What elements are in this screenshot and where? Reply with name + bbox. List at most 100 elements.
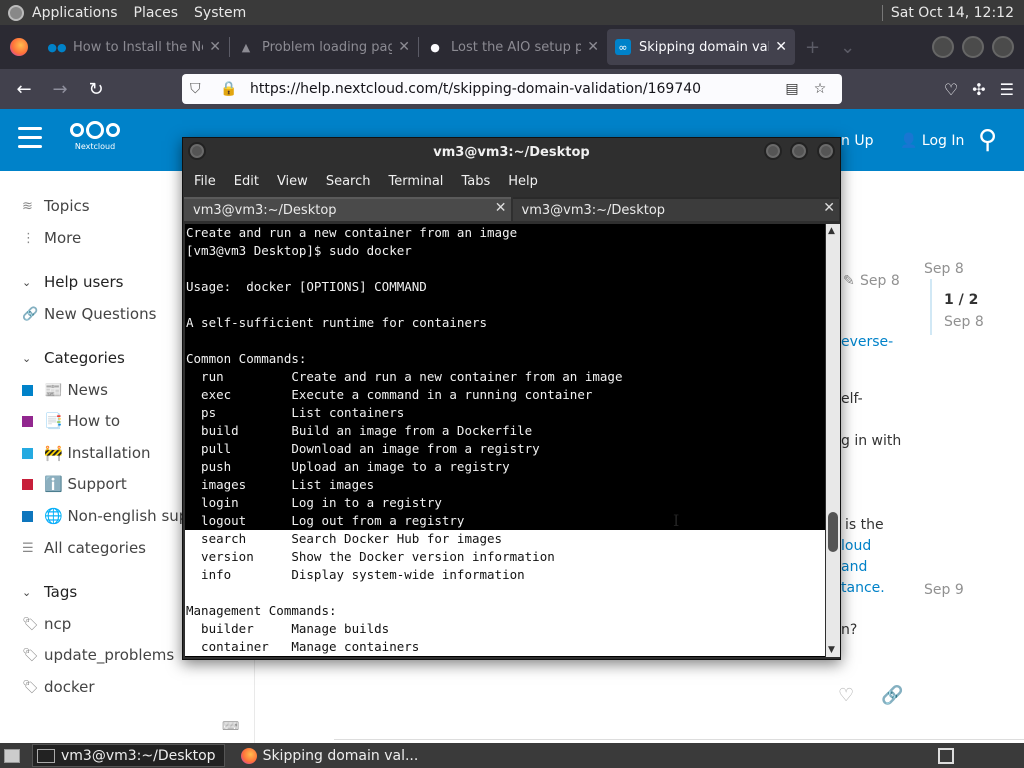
bookmark-star-icon[interactable]: ☆	[806, 81, 834, 97]
show-desktop-icon[interactable]	[4, 748, 20, 763]
terminal-title: vm3@vm3:~/Desktop	[433, 144, 590, 160]
browser-tab-active[interactable]: ∞ Skipping domain valida ✕	[607, 29, 795, 65]
url-bar[interactable]: ⛉ 🔒 https://help.nextcloud.com/t/skippin…	[182, 74, 842, 104]
app-menu-icon[interactable]: ☰	[1000, 80, 1014, 99]
workspace-switcher[interactable]	[938, 747, 954, 764]
logo-text: Nextcloud	[74, 142, 116, 151]
scroll-up-arrow-icon[interactable]: ▲	[828, 226, 835, 236]
extensions-icon[interactable]: ✣	[972, 80, 985, 99]
distro-logo-icon[interactable]	[8, 4, 24, 21]
edit-pencil-icon[interactable]: ✎	[843, 273, 855, 289]
sidebar-category-news[interactable]: 📰 News	[22, 381, 108, 399]
sidebar-item-all-categories[interactable]: ☰ All categories	[22, 539, 146, 557]
search-icon[interactable]: ⚲	[978, 125, 997, 155]
sidebar-tag-ncp[interactable]: 🏷 ncp	[22, 615, 71, 633]
url-text[interactable]: https://help.nextcloud.com/t/skipping-do…	[250, 81, 778, 97]
post-date[interactable]: Sep 8	[860, 273, 900, 289]
sidebar-section-categories[interactable]: ⌄ Categories	[22, 349, 125, 367]
sidebar-section-label: Help users	[44, 273, 124, 291]
forward-arrow-icon[interactable]: →	[42, 79, 78, 100]
minimize-button[interactable]	[764, 142, 782, 160]
timeline-end-date[interactable]: Sep 9	[924, 582, 964, 598]
post-link-fragment[interactable]: tance.	[841, 580, 885, 596]
category-label: 🚧 Installation	[44, 444, 151, 462]
close-icon[interactable]: ✕	[398, 39, 410, 55]
menu-search[interactable]: Search	[317, 174, 380, 189]
reload-icon[interactable]: ↻	[78, 79, 114, 100]
list-all-tabs-button[interactable]: ⌄	[830, 37, 865, 58]
scroll-down-arrow-icon[interactable]: ▼	[828, 645, 835, 655]
close-window-button[interactable]	[992, 36, 1014, 58]
menu-edit[interactable]: Edit	[225, 174, 268, 189]
scrollbar-thumb[interactable]	[828, 512, 838, 552]
sidebar-category-support[interactable]: ℹ️ Support	[22, 475, 127, 493]
sidebar-tag-docker[interactable]: 🏷 docker	[22, 678, 95, 696]
back-arrow-icon[interactable]: ←	[6, 79, 42, 100]
close-icon[interactable]: ✕	[823, 200, 835, 216]
browser-tab[interactable]: ●● How to Install the Nex ✕	[41, 29, 229, 65]
timeline-scrollbar[interactable]	[930, 279, 932, 335]
user-icon: 👤	[900, 133, 918, 149]
terminal-output[interactable]: Create and run a new container from an i…	[185, 224, 825, 657]
browser-tab[interactable]: ● Lost the AIO setup pas ✕	[419, 29, 607, 65]
close-window-button[interactable]	[817, 142, 835, 160]
menu-help[interactable]: Help	[499, 174, 547, 189]
taskbar-item-firefox[interactable]: Skipping domain val...	[237, 744, 427, 767]
terminal-window[interactable]: vm3@vm3:~/Desktop File Edit View Search …	[182, 137, 841, 660]
window-menu-button[interactable]	[188, 142, 206, 160]
signup-button[interactable]: n Up	[841, 133, 873, 149]
taskbar-item-terminal[interactable]: vm3@vm3:~/Desktop	[32, 744, 225, 767]
new-tab-button[interactable]: +	[795, 37, 830, 58]
menu-terminal[interactable]: Terminal	[379, 174, 452, 189]
terminal-tab[interactable]: vm3@vm3:~/Desktop ✕	[184, 197, 511, 221]
applications-menu[interactable]: Applications	[24, 5, 126, 21]
keyboard-shortcuts-icon[interactable]: ⌨	[222, 719, 239, 733]
post-link-fragment[interactable]: loud	[841, 538, 871, 554]
close-icon[interactable]: ✕	[209, 39, 221, 55]
sidebar-category-how-to[interactable]: 📑 How to	[22, 412, 120, 430]
sidebar-item-topics[interactable]: ≋ Topics	[22, 197, 90, 215]
clock[interactable]: Sat Oct 14, 12:12	[891, 5, 1024, 21]
sidebar-tag-update-problems[interactable]: 🏷 update_problems	[22, 646, 174, 664]
close-icon[interactable]: ✕	[495, 200, 507, 216]
reader-view-icon[interactable]: ▤	[778, 81, 806, 97]
terminal-titlebar[interactable]: vm3@vm3:~/Desktop	[183, 138, 840, 166]
login-button[interactable]: 👤 Log In	[900, 133, 964, 149]
sidebar-section-help-users[interactable]: ⌄ Help users	[22, 273, 124, 291]
sidebar-category-non-english[interactable]: 🌐 Non-english supp	[22, 507, 198, 525]
maximize-button[interactable]	[962, 36, 984, 58]
minimize-button[interactable]	[932, 36, 954, 58]
link-icon: 🔗	[22, 306, 39, 322]
timeline-start-date[interactable]: Sep 8	[924, 261, 964, 277]
pocket-icon[interactable]: ♡	[944, 80, 958, 99]
close-icon[interactable]: ✕	[587, 39, 599, 55]
menu-file[interactable]: File	[185, 174, 225, 189]
terminal-scrollbar[interactable]: ▲ ▼	[826, 224, 840, 657]
firefox-view-icon[interactable]	[10, 38, 28, 56]
post-link-fragment[interactable]: everse-	[841, 334, 893, 350]
tab-title: Lost the AIO setup pas	[451, 39, 582, 55]
browser-tab[interactable]: ▲ Problem loading page ✕	[230, 29, 418, 65]
sidebar-item-new-questions[interactable]: 🔗 New Questions	[22, 305, 156, 323]
places-menu[interactable]: Places	[126, 5, 187, 21]
stack-icon: ≋	[22, 198, 33, 214]
close-icon[interactable]: ✕	[775, 39, 787, 55]
post-link-fragment[interactable]: and	[841, 559, 867, 575]
post-text-fragment: n?	[841, 622, 858, 638]
sidebar-item-more[interactable]: ⋮ More	[22, 229, 81, 247]
menu-view[interactable]: View	[268, 174, 317, 189]
maximize-button[interactable]	[790, 142, 808, 160]
sidebar-section-tags[interactable]: ⌄ Tags	[22, 583, 77, 601]
lock-icon[interactable]: 🔒	[220, 81, 250, 97]
system-menu[interactable]: System	[186, 5, 254, 21]
category-label: 📑 How to	[44, 412, 120, 430]
shield-icon[interactable]: ⛉	[190, 81, 220, 97]
sidebar-category-installation[interactable]: 🚧 Installation	[22, 444, 151, 462]
share-link-icon[interactable]: 🔗	[881, 685, 903, 706]
menu-tabs[interactable]: Tabs	[452, 174, 499, 189]
hamburger-menu-icon[interactable]	[18, 127, 42, 149]
firefox-icon	[240, 747, 257, 764]
like-heart-icon[interactable]: ♡	[838, 685, 854, 706]
terminal-tab[interactable]: vm3@vm3:~/Desktop ✕	[512, 197, 839, 221]
nextcloud-logo[interactable]: Nextcloud	[68, 121, 122, 163]
